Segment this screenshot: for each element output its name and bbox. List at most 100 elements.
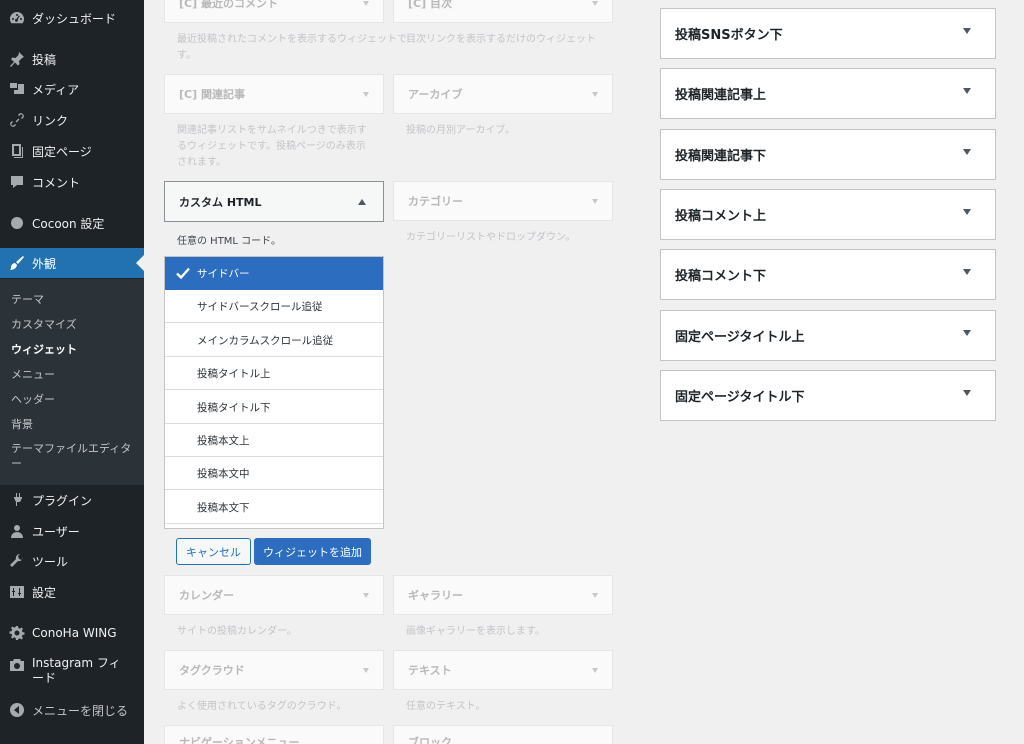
widget-archive[interactable]: アーカイブ [393, 74, 613, 114]
widget-title: [C] 目次 [408, 0, 452, 10]
area-post-sns-below[interactable]: 投稿SNSボタン下 [660, 8, 996, 59]
media-icon [9, 81, 25, 97]
widget-block[interactable]: ブロック [393, 725, 613, 744]
chevron-down-icon[interactable] [963, 389, 971, 396]
widget-title: カレンダー [179, 589, 234, 602]
menu-label: ダッシュボード [32, 11, 117, 26]
cancel-button[interactable]: キャンセル [176, 538, 251, 565]
collapse-icon [9, 702, 25, 718]
menu-label: 外観 [32, 256, 57, 271]
area-title: 投稿SNSボタン下 [675, 28, 783, 43]
area-title: 投稿関連記事上 [675, 88, 767, 103]
option-label: メインカラムスクロール追従 [197, 334, 334, 347]
chooser-option[interactable]: サイドバースクロール追従 [165, 290, 383, 323]
gear-icon [9, 625, 25, 641]
menu-label: 固定ページ [32, 144, 92, 159]
submenu-theme-file-editor[interactable]: テーマファイルエディター [11, 441, 133, 471]
chevron-down-icon [363, 667, 369, 673]
plugin-icon [9, 492, 25, 508]
submenu-background[interactable]: 背景 [11, 416, 33, 432]
menu-appearance[interactable]: 外観 [0, 248, 144, 278]
chooser-option[interactable]: 投稿本文上 [165, 424, 383, 457]
widget-description: よく使用されているタグのクラウド。 [177, 701, 347, 712]
area-title: 固定ページタイトル上 [675, 330, 805, 345]
widget-custom-html[interactable]: カスタム HTML [164, 181, 384, 222]
menu-label: Instagram フィード [32, 656, 121, 685]
submenu-header[interactable]: ヘッダー [11, 391, 55, 407]
menu-label: ConoHa WING [32, 626, 117, 640]
submenu-customize[interactable]: カスタマイズ [11, 316, 77, 332]
widget-title: ギャラリー [408, 589, 463, 602]
menu-conoha-wing[interactable]: ConoHa WING [0, 618, 144, 648]
area-title: 投稿関連記事下 [675, 149, 767, 164]
chevron-down-icon[interactable] [963, 268, 971, 275]
area-title: 投稿コメント上 [675, 209, 767, 224]
area-post-comment-above[interactable]: 投稿コメント上 [660, 189, 996, 240]
camera-icon [9, 657, 25, 673]
chooser-option[interactable]: 投稿本文中 [165, 457, 383, 490]
area-post-comment-below[interactable]: 投稿コメント下 [660, 249, 996, 300]
menu-cocoon-settings[interactable]: Cocoon 設定 [0, 208, 144, 238]
chooser-option[interactable]: 投稿タイトル上 [165, 357, 383, 390]
menu-collapse[interactable]: メニューを閉じる [0, 695, 144, 725]
area-post-related-above[interactable]: 投稿関連記事上 [660, 68, 996, 119]
chevron-up-icon [358, 198, 366, 205]
widget-title: ナビゲーションメニュー [179, 736, 300, 744]
menu-links[interactable]: リンク [0, 105, 144, 135]
widget-tag-cloud[interactable]: タグクラウド [164, 650, 384, 690]
area-page-title-above[interactable]: 固定ページタイトル上 [660, 310, 996, 361]
option-label: 投稿本文中 [197, 467, 250, 480]
widget-description: 任意のテキスト。 [406, 701, 486, 712]
widget-title: [C] 関連記事 [179, 88, 245, 101]
chevron-down-icon[interactable] [963, 329, 971, 336]
chevron-down-icon [592, 91, 598, 97]
chevron-down-icon[interactable] [963, 148, 971, 155]
widget-title: テキスト [408, 664, 452, 677]
widget-recent-comments[interactable]: [C] 最近のコメント [164, 0, 384, 23]
chevron-down-icon [363, 592, 369, 598]
widget-toc[interactable]: [C] 目次 [393, 0, 613, 23]
option-label: サイドバー [197, 267, 250, 280]
menu-settings[interactable]: 設定 [0, 577, 144, 607]
menu-media[interactable]: メディア [0, 74, 144, 104]
widget-navigation-menu[interactable]: ナビゲーションメニュー [164, 725, 384, 744]
submenu-widgets[interactable]: ウィジェット [11, 341, 77, 357]
area-post-related-below[interactable]: 投稿関連記事下 [660, 129, 996, 180]
chevron-down-icon [592, 667, 598, 673]
widget-description: 投稿の月別アーカイブ。 [406, 125, 516, 136]
widget-related-posts[interactable]: [C] 関連記事 [164, 74, 384, 114]
widget-calendar[interactable]: カレンダー [164, 575, 384, 615]
widget-text[interactable]: テキスト [393, 650, 613, 690]
menu-label: メディア [32, 82, 80, 97]
option-label: 投稿タイトル上 [197, 367, 271, 380]
menu-tools[interactable]: ツール [0, 546, 144, 576]
chevron-down-icon[interactable] [963, 87, 971, 94]
circle-icon [9, 215, 25, 231]
menu-users[interactable]: ユーザー [0, 516, 144, 546]
menu-pages[interactable]: 固定ページ [0, 136, 144, 166]
chevron-down-icon[interactable] [963, 27, 971, 34]
add-widget-button[interactable]: ウィジェットを追加 [254, 538, 371, 565]
widget-description: サイトの投稿カレンダー。 [177, 626, 297, 637]
widget-gallery[interactable]: ギャラリー [393, 575, 613, 615]
menu-comments[interactable]: コメント [0, 167, 144, 197]
option-label: サイドバースクロール追従 [197, 300, 323, 313]
widget-description: 画像ギャラリーを表示します。 [406, 626, 545, 637]
chooser-option-sidebar[interactable]: サイドバー [165, 257, 383, 290]
menu-dashboard[interactable]: ダッシュボード [0, 3, 144, 33]
chooser-option[interactable]: メインカラムスクロール追従 [165, 324, 383, 357]
chevron-down-icon[interactable] [963, 208, 971, 215]
chooser-option[interactable]: 投稿タイトル下 [165, 391, 383, 424]
menu-label: メニューを閉じる [32, 703, 129, 718]
area-title: 投稿コメント下 [675, 269, 767, 284]
area-page-title-below[interactable]: 固定ページタイトル下 [660, 370, 996, 421]
submenu-themes[interactable]: テーマ [11, 291, 44, 307]
chooser-option[interactable]: 投稿本文下 [165, 491, 383, 524]
widget-category[interactable]: カテゴリー [393, 181, 613, 221]
menu-plugins[interactable]: プラグイン [0, 485, 144, 515]
menu-instagram-feed[interactable]: Instagram フィード [0, 656, 144, 692]
menu-label: リンク [32, 113, 69, 128]
appearance-submenu: テーマ カスタマイズ ウィジェット メニュー ヘッダー 背景 テーマファイルエデ… [0, 279, 144, 485]
menu-posts[interactable]: 投稿 [0, 44, 144, 74]
submenu-menus[interactable]: メニュー [11, 366, 55, 382]
